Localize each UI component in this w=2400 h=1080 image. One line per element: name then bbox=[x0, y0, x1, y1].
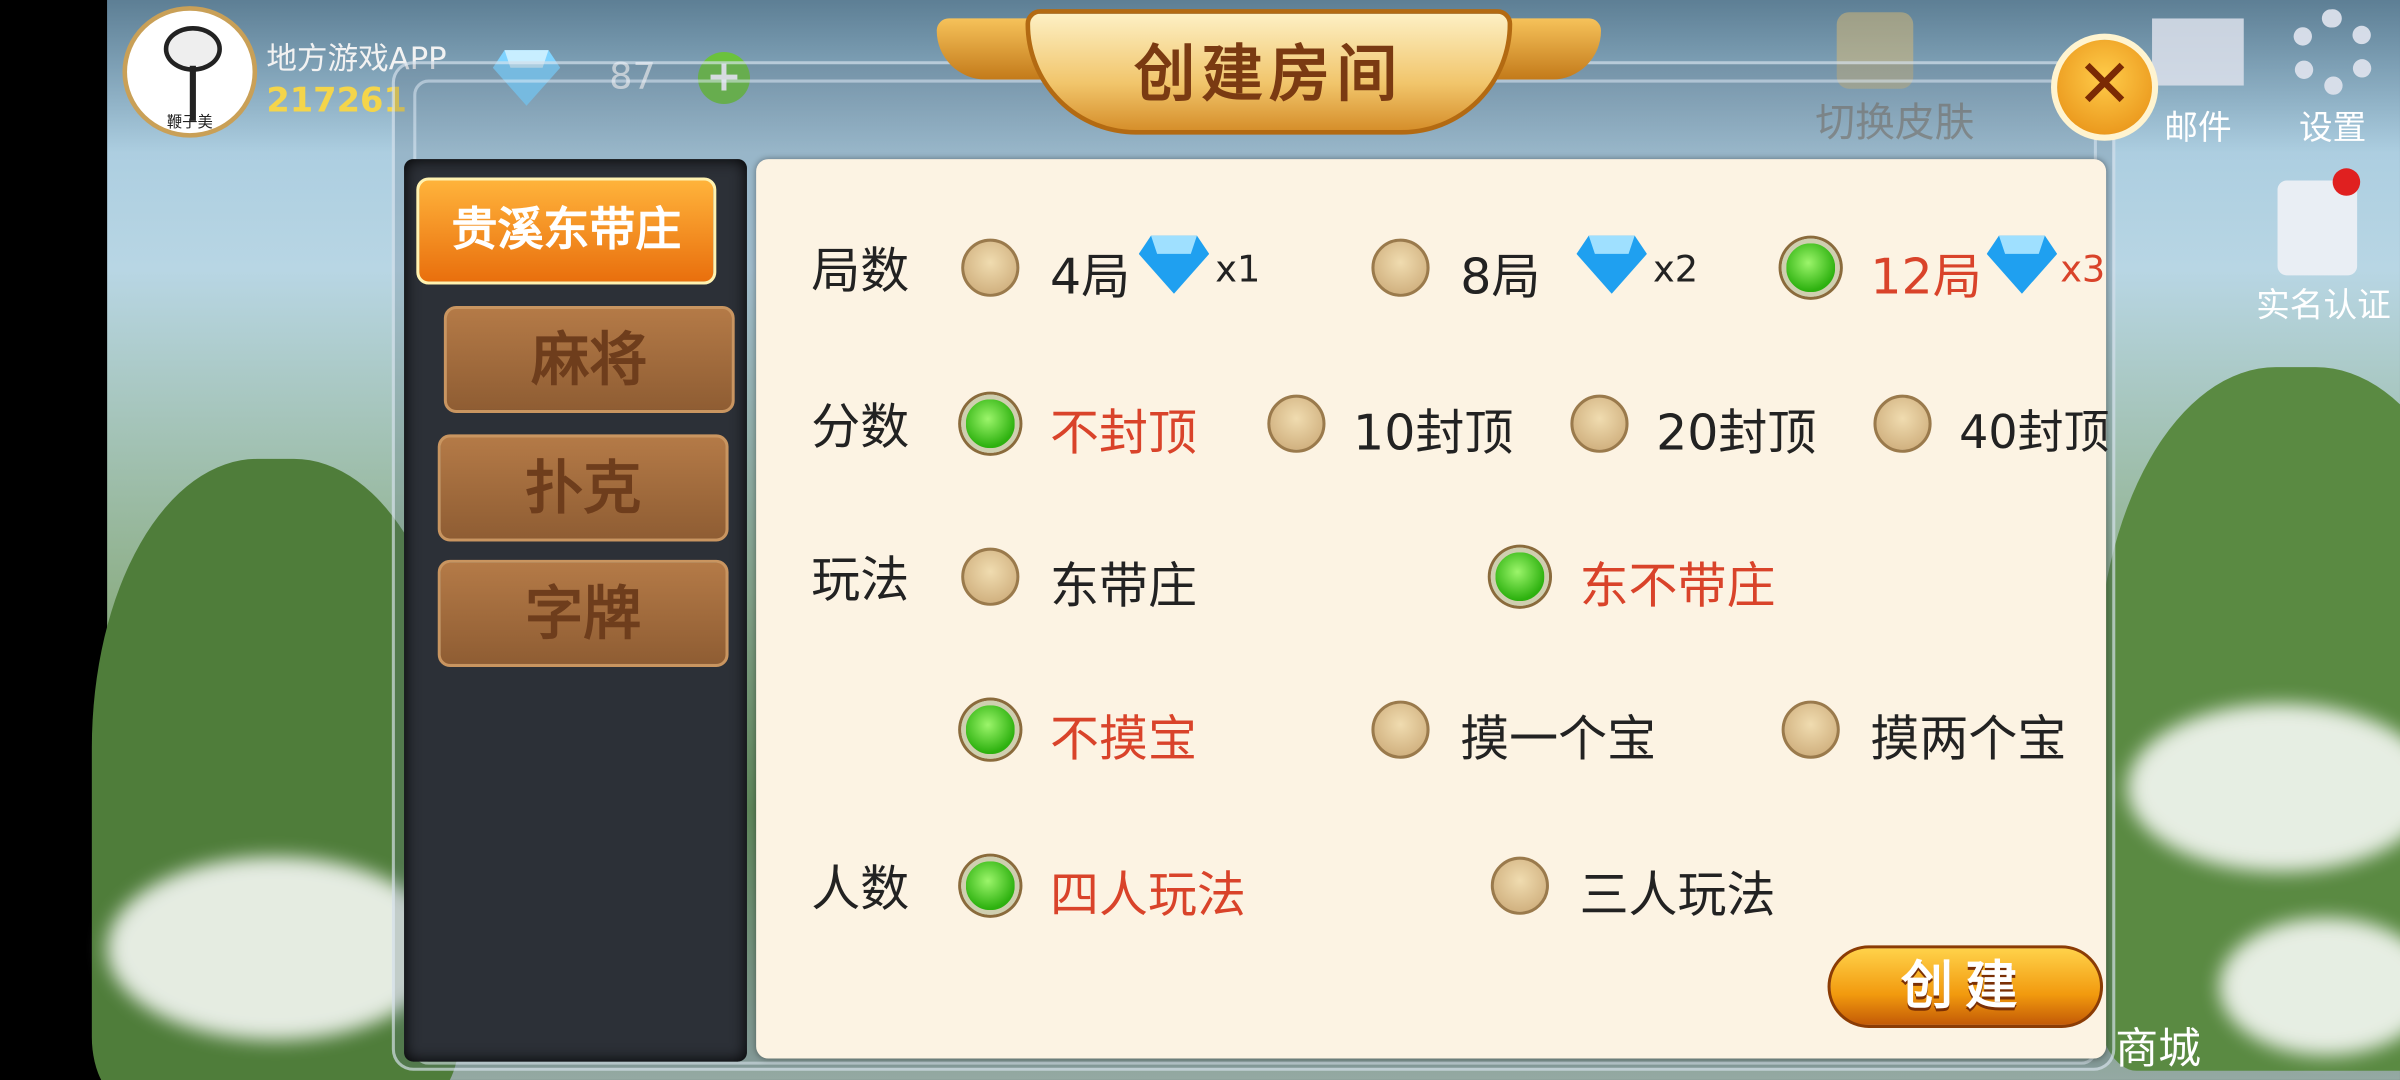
avatar-caption: 鞭子美 bbox=[166, 114, 213, 132]
diamond-icon bbox=[1576, 235, 1647, 294]
diamond-icon bbox=[1986, 235, 2058, 294]
rounds-8-label[interactable]: 8局 bbox=[1460, 239, 1540, 309]
realname-label: 实名认证 bbox=[2256, 287, 2391, 326]
radio-rounds-8[interactable] bbox=[1371, 238, 1430, 297]
player-id: 217261 bbox=[266, 82, 407, 121]
radio-score-uncapped[interactable] bbox=[961, 394, 1020, 453]
settings-gear-icon[interactable] bbox=[2289, 9, 2376, 95]
radio-players-three[interactable] bbox=[1490, 856, 1549, 915]
players-label: 人数 bbox=[811, 859, 910, 918]
avatar[interactable]: 鞭子美 bbox=[122, 6, 258, 138]
notification-dot bbox=[2332, 168, 2361, 196]
score-20-label[interactable]: 20封顶 bbox=[1656, 395, 1816, 465]
screen: 鞭子美 地方游戏APP 217261 87 + 切换皮肤 邮件 设置 实名认证 … bbox=[0, 0, 2400, 1080]
rounds-4-label[interactable]: 4局 bbox=[1050, 239, 1130, 309]
radio-score-10[interactable] bbox=[1267, 394, 1326, 453]
score-10-label[interactable]: 10封顶 bbox=[1353, 395, 1513, 465]
dialog-title: 创建房间 bbox=[1134, 39, 1404, 111]
tab-poker[interactable]: 扑克 bbox=[437, 434, 729, 542]
score-uncapped-label[interactable]: 不封顶 bbox=[1050, 395, 1197, 465]
diamond-icon bbox=[1138, 235, 1210, 294]
radio-treasure-one[interactable] bbox=[1371, 700, 1430, 759]
settings-label: 设置 bbox=[2298, 110, 2367, 149]
app-canvas: 鞭子美 地方游戏APP 217261 87 + 切换皮肤 邮件 设置 实名认证 … bbox=[0, 0, 2400, 1080]
radio-rounds-4[interactable] bbox=[961, 238, 1020, 297]
radio-mode-dongbudaizhuang[interactable] bbox=[1490, 547, 1549, 606]
score-40-label[interactable]: 40封顶 bbox=[1959, 395, 2109, 462]
radio-treasure-none[interactable] bbox=[961, 700, 1020, 759]
treasure-none-label[interactable]: 不摸宝 bbox=[1050, 701, 1197, 771]
dialog-title-banner: 创建房间 bbox=[936, 9, 1602, 135]
mail-icon[interactable] bbox=[2152, 18, 2244, 86]
radio-mode-dongdaizhuang[interactable] bbox=[961, 547, 1020, 606]
mode-dongdaizhuang-label[interactable]: 东带庄 bbox=[1050, 548, 1197, 618]
create-room-button[interactable]: 创建 bbox=[1827, 945, 2104, 1028]
rounds-label: 局数 bbox=[811, 241, 910, 300]
rounds-12-cost: x3 bbox=[2060, 247, 2106, 291]
players-three-label[interactable]: 三人玩法 bbox=[1580, 857, 1776, 927]
treasure-one-label[interactable]: 摸一个宝 bbox=[1460, 701, 1656, 771]
tab-guixi-dongdaizhuang[interactable]: 贵溪东带庄 bbox=[416, 177, 717, 285]
rounds-8-cost: x2 bbox=[1653, 247, 1699, 291]
mail-label: 邮件 bbox=[2164, 110, 2232, 149]
radio-players-four[interactable] bbox=[961, 856, 1020, 915]
radio-rounds-12[interactable] bbox=[1781, 238, 1840, 297]
rounds-12-label[interactable]: 12局 bbox=[1870, 239, 1981, 309]
treasure-two-label[interactable]: 摸两个宝 bbox=[1870, 701, 2066, 771]
radio-score-20[interactable] bbox=[1570, 394, 1629, 453]
close-button[interactable]: ✕ bbox=[2051, 33, 2159, 141]
mode-label: 玩法 bbox=[811, 550, 910, 609]
radio-treasure-two[interactable] bbox=[1781, 700, 1840, 759]
tab-mahjong[interactable]: 麻将 bbox=[443, 305, 735, 414]
players-four-label[interactable]: 四人玩法 bbox=[1050, 857, 1246, 927]
radio-score-40[interactable] bbox=[1873, 394, 1932, 453]
score-label: 分数 bbox=[811, 397, 910, 456]
shop-label[interactable]: 商城 bbox=[2115, 1016, 2201, 1077]
tab-zipai[interactable]: 字牌 bbox=[437, 559, 729, 667]
mode-dongbudaizhuang-label[interactable]: 东不带庄 bbox=[1580, 548, 1776, 618]
rounds-4-cost: x1 bbox=[1215, 247, 1261, 291]
